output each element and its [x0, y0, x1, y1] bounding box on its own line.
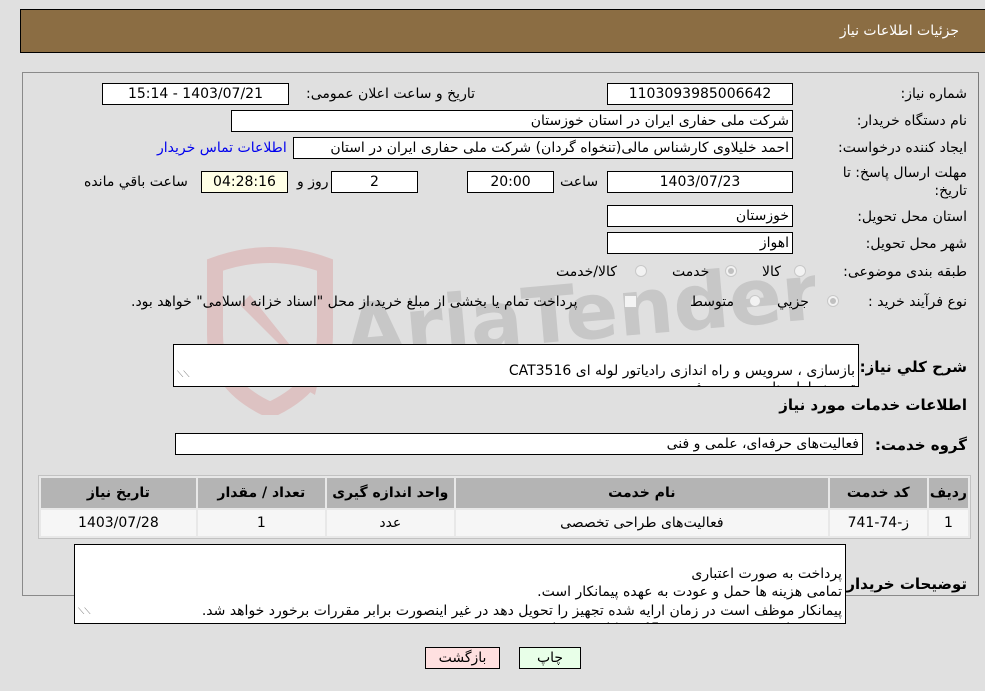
- services-table: ردیف کد خدمت نام خدمت واحد اندازه گیری ت…: [38, 475, 971, 539]
- need-number-field: 1103093985006642: [607, 83, 793, 105]
- col-quantity: تعداد / مقدار: [197, 478, 325, 508]
- buyer-org-label: نام دستگاه خریدار:: [856, 113, 967, 129]
- page-title: جزئیات اطلاعات نیاز: [839, 23, 959, 39]
- col-row-number: ردیف: [928, 478, 968, 508]
- description-label: شرح کلي نیاز:: [859, 358, 967, 376]
- need-number-label: شماره نیاز:: [900, 86, 968, 102]
- col-service-code: کد خدمت: [829, 478, 927, 508]
- category-option-goods-service: کالا/خدمت: [556, 264, 617, 280]
- category-label: طبقه بندی موضوعی:: [843, 264, 967, 280]
- category-option-goods: کالا: [762, 264, 781, 280]
- cell-service-code: ز-74-741: [829, 510, 927, 536]
- buyer-contact-link[interactable]: اطلاعات تماس خریدار: [157, 140, 287, 156]
- purchase-option-medium: متوسط: [690, 294, 734, 310]
- back-button[interactable]: بازگشت: [425, 647, 500, 669]
- delivery-city-label: شهر محل تحویل:: [865, 236, 967, 252]
- purchase-type-label: نوع فرآیند خرید :: [868, 294, 967, 310]
- remaining-days-label: روز و: [297, 174, 329, 190]
- cell-quantity: 1: [197, 510, 325, 536]
- requester-field: احمد خلیلاوی کارشناس مالی(تنخواه گردان) …: [293, 137, 793, 159]
- col-unit: واحد اندازه گیری: [326, 478, 454, 508]
- remaining-days-field: 2: [331, 171, 418, 193]
- cell-row-number: 1: [928, 510, 968, 536]
- delivery-province-field: خوزستان: [607, 205, 793, 227]
- cell-service-name: فعالیت‌های طراحی تخصصی: [455, 510, 828, 536]
- delivery-city-field: اهواز: [607, 232, 793, 254]
- print-button[interactable]: چاپ: [519, 647, 581, 669]
- deadline-time-field: 20:00: [467, 171, 554, 193]
- cell-unit: عدد: [326, 510, 454, 536]
- col-service-name: نام خدمت: [455, 478, 828, 508]
- service-group-label: گروه خدمت:: [874, 436, 967, 454]
- treasury-checkbox[interactable]: [624, 295, 637, 308]
- category-radio-goods[interactable]: [794, 265, 806, 277]
- category-option-service: خدمت: [672, 264, 710, 280]
- category-radio-goods-service[interactable]: [635, 265, 647, 277]
- delivery-province-label: استان محل تحویل:: [857, 209, 967, 225]
- resize-handle-icon[interactable]: ⟋⟋: [78, 603, 91, 622]
- requester-label: ایجاد کننده درخواست:: [838, 140, 967, 156]
- table-row: 1 ز-74-741 فعالیت‌های طراحی تخصصی عدد 1 …: [41, 510, 968, 536]
- buyer-notes-text: پرداخت به صورت اعتباری تمامی هزینه ها حم…: [201, 565, 842, 624]
- buyer-notes-textarea[interactable]: پرداخت به صورت اعتباری تمامی هزینه ها حم…: [74, 544, 846, 624]
- treasury-note: پرداخت تمام یا بخشی از مبلغ خرید،از محل …: [131, 294, 578, 310]
- buyer-org-field: شرکت ملی حفاری ایران در استان خوزستان: [231, 110, 793, 132]
- services-section-title: اطلاعات خدمات مورد نیاز: [779, 396, 967, 414]
- services-table-header: ردیف کد خدمت نام خدمت واحد اندازه گیری ت…: [41, 478, 968, 508]
- purchase-radio-minor[interactable]: [827, 295, 839, 307]
- resize-handle-icon[interactable]: ⟋⟋: [177, 367, 190, 384]
- announce-datetime-field: 1403/07/21 - 15:14: [102, 83, 289, 105]
- deadline-time-label: ساعت: [560, 174, 599, 190]
- description-text: بازسازی ، سرویس و راه اندازی رادیاتور لو…: [508, 363, 855, 386]
- remaining-time-field: 04:28:16: [201, 171, 288, 193]
- deadline-label: مهلت ارسال پاسخ: تا تاریخ:: [842, 165, 967, 199]
- purchase-radio-medium[interactable]: [749, 295, 761, 307]
- cell-need-date: 1403/07/28: [41, 510, 196, 536]
- purchase-option-minor: جزیي: [777, 294, 809, 310]
- deadline-date-field: 1403/07/23: [607, 171, 793, 193]
- description-textarea[interactable]: بازسازی ، سرویس و راه اندازی رادیاتور لو…: [173, 344, 859, 387]
- announce-datetime-label: تاریخ و ساعت اعلان عمومی:: [306, 86, 475, 102]
- page-header: جزئیات اطلاعات نیاز: [20, 9, 985, 53]
- buyer-notes-label: توضیحات خریدار:: [840, 575, 967, 593]
- service-group-field: فعالیت‌های حرفه‌ای، علمی و فنی: [175, 433, 863, 455]
- col-need-date: تاریخ نیاز: [41, 478, 196, 508]
- remaining-time-label: ساعت باقي مانده: [84, 174, 188, 190]
- category-radio-service[interactable]: [725, 265, 737, 277]
